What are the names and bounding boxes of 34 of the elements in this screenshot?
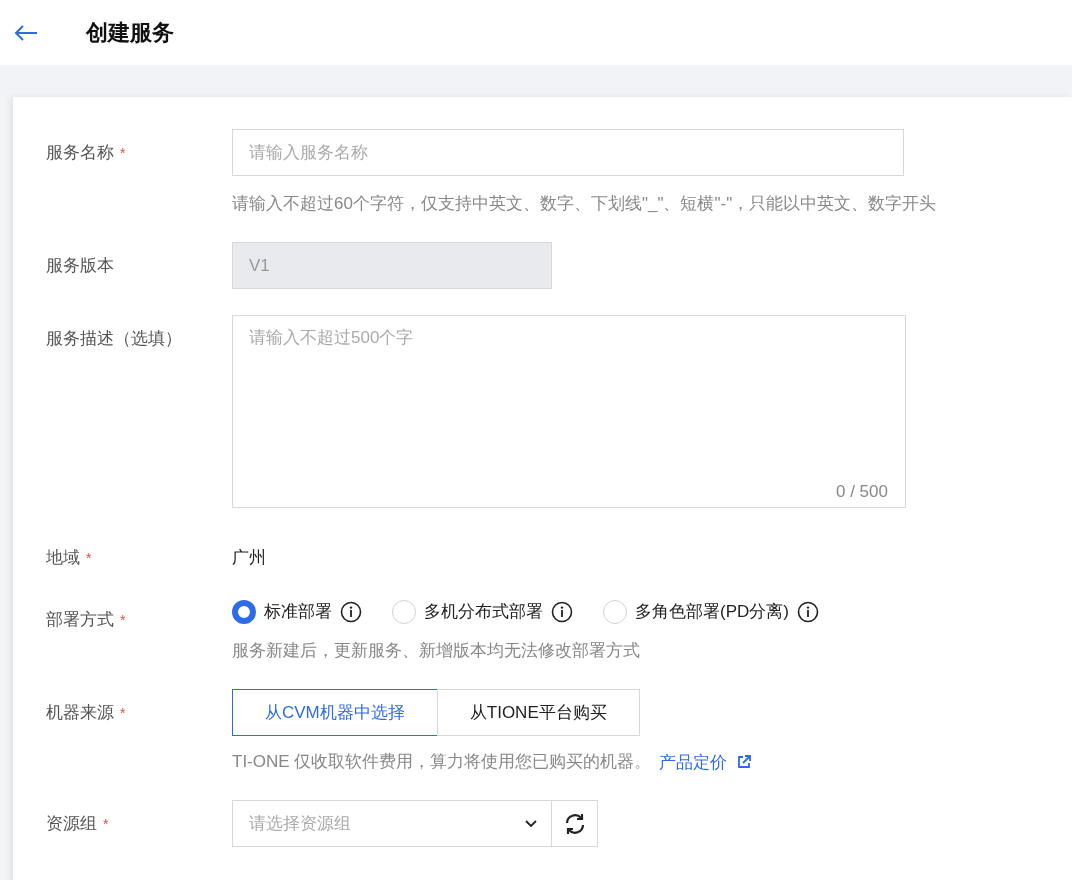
field-label: 机器来源	[46, 702, 114, 724]
field-label: 服务描述（选填）	[46, 328, 182, 350]
source-tab[interactable]: 从TIONE平台购买	[436, 689, 640, 736]
page-title: 创建服务	[86, 18, 174, 47]
radio-label[interactable]: 标准部署	[264, 600, 332, 623]
required-mark: *	[103, 815, 109, 834]
external-link-icon	[737, 755, 752, 769]
chevron-down-icon	[524, 819, 538, 828]
info-icon[interactable]	[551, 600, 573, 623]
help-text: 请输入不超过60个字符，仅支持中英文、数字、下划线"_"、短横"-"，只能以中英文、数字开头	[232, 193, 937, 215]
field-label: 服务名称	[46, 142, 114, 164]
field-label: 服务版本	[46, 255, 114, 277]
pricing-link[interactable]: 产品定价	[659, 750, 752, 774]
region-value: 广州	[232, 547, 266, 569]
radio-label[interactable]: 多角色部署(PD分离)	[635, 600, 789, 623]
radio-button[interactable]	[232, 599, 256, 624]
source-tab[interactable]: 从CVM机器中选择	[232, 689, 438, 736]
field-label: 资源组	[46, 813, 97, 835]
info-icon[interactable]	[340, 600, 362, 623]
field-label: 地域	[46, 547, 80, 569]
required-mark: *	[120, 144, 126, 163]
back-arrow-icon[interactable]	[14, 23, 38, 42]
refresh-button[interactable]	[552, 800, 598, 847]
required-mark: *	[120, 704, 126, 723]
help-text: 服务新建后，更新服务、新增版本均无法修改部署方式	[232, 640, 640, 662]
radio-label[interactable]: 多机分布式部署	[424, 600, 543, 623]
char-counter: 0 / 500	[836, 482, 888, 502]
resource-group-select[interactable]: 请选择资源组	[232, 800, 552, 847]
required-mark: *	[86, 549, 92, 568]
info-icon[interactable]	[796, 600, 819, 623]
field-label: 部署方式	[46, 609, 114, 631]
required-mark: *	[120, 611, 126, 630]
help-text: TI-ONE 仅收取软件费用，算力将使用您已购买的机器。	[232, 751, 652, 773]
name-field[interactable]: 请输入服务名称	[232, 129, 904, 176]
